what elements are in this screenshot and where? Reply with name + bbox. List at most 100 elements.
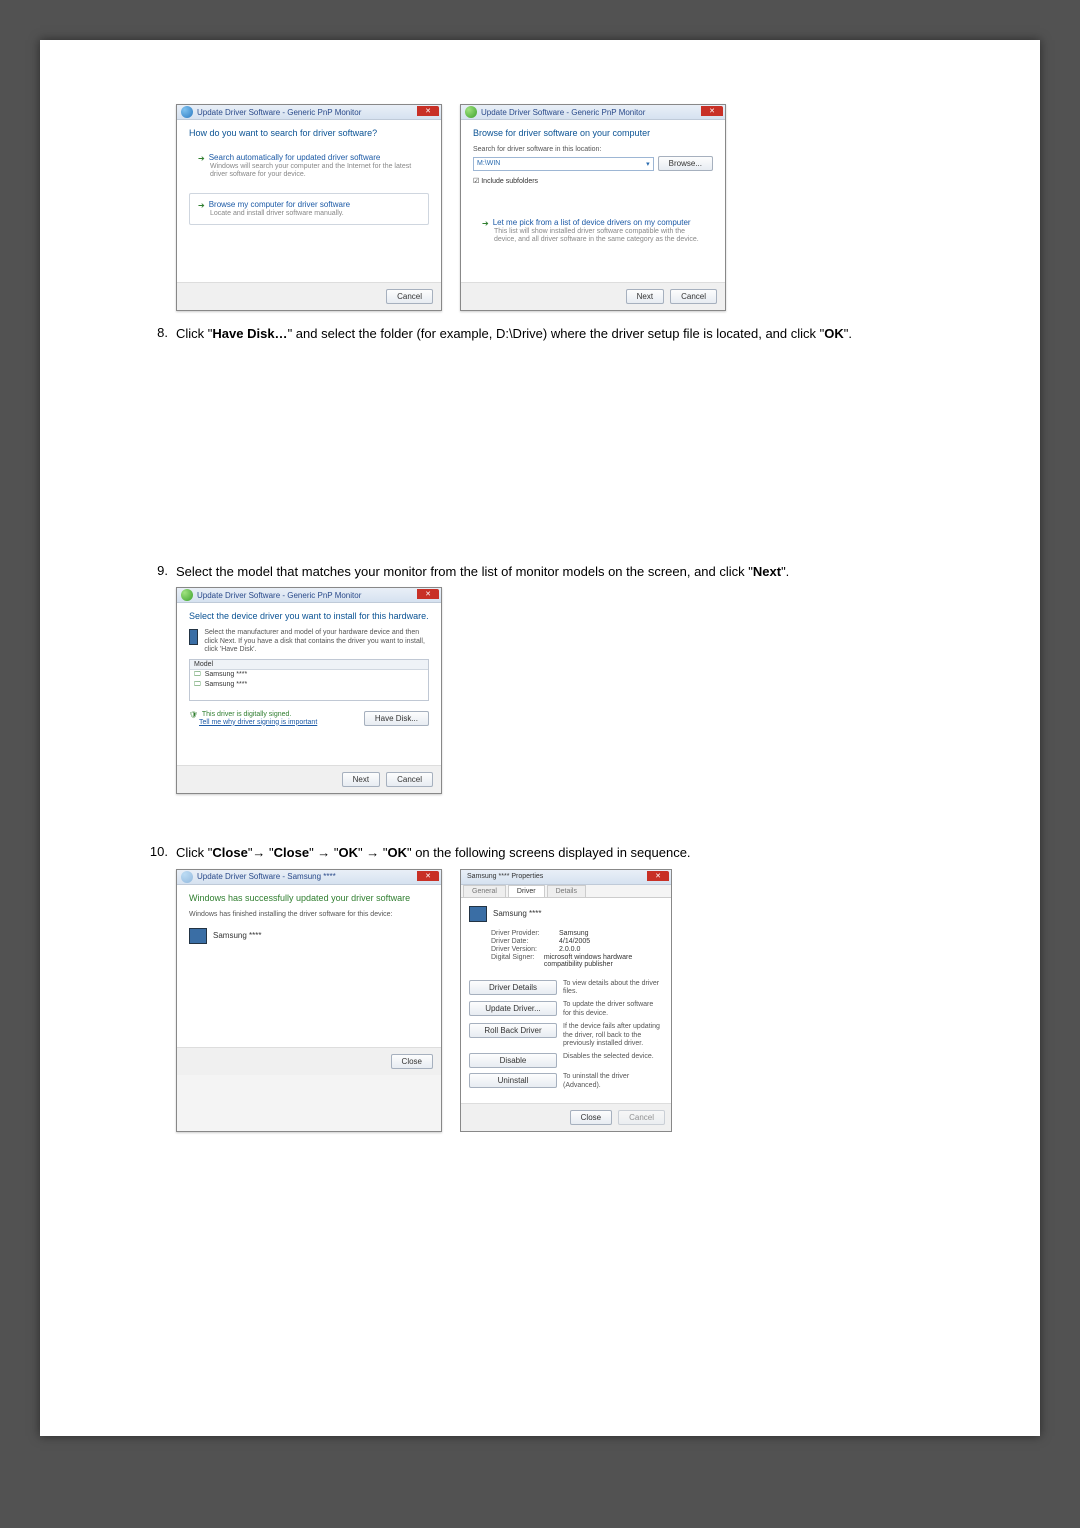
option-title: Let me pick from a list of device driver… [493,218,691,227]
dialog-titlebar: Update Driver Software - Generic PnP Mon… [177,588,441,603]
dialog-title: Update Driver Software - Generic PnP Mon… [197,108,361,117]
spacer [140,349,940,549]
desc: Disables the selected device. [563,1053,663,1061]
label: Driver Provider: [491,930,551,937]
dialog-title: Update Driver Software - Generic PnP Mon… [197,591,361,600]
dialog-titlebar: Update Driver Software - Generic PnP Mon… [461,105,725,120]
have-disk-bold: Have Disk… [212,326,287,341]
close-icon[interactable]: ✕ [647,871,669,881]
option-title: Search automatically for updated driver … [209,153,381,162]
next-button[interactable]: Next [626,289,664,304]
update-success-dialog: Update Driver Software - Samsung **** ✕ … [176,869,442,1133]
model-listbox[interactable]: Model Samsung **** Samsung **** [189,659,429,701]
desc: If the device fails after updating the d… [563,1023,663,1048]
browse-button[interactable]: Browse... [658,156,713,171]
cancel-button[interactable]: Cancel [670,289,717,304]
driver-details-button[interactable]: Driver Details [469,980,557,995]
step-9: 9. Select the model that matches your mo… [140,563,940,581]
next-bold: Next [753,564,781,579]
close-icon[interactable]: ✕ [701,106,723,116]
close-bold: Close [212,845,247,860]
tab-details[interactable]: Details [547,885,586,897]
update-driver-button[interactable]: Update Driver... [469,1001,557,1016]
option-search-auto[interactable]: Search automatically for updated driver … [189,146,429,187]
t: Select the model that matches your monit… [176,564,753,579]
tab-general[interactable]: General [463,885,506,897]
t: Click " [176,845,212,860]
model-header: Model [190,660,428,670]
update-driver-browse-dialog: Update Driver Software - Generic PnP Mon… [460,104,726,311]
include-subfolders-checkbox[interactable]: Include subfolders [473,177,713,185]
dialog-titlebar: Update Driver Software - Generic PnP Mon… [177,105,441,120]
update-driver-search-dialog: Update Driver Software - Generic PnP Mon… [176,104,442,311]
next-button[interactable]: Next [342,772,380,787]
device-properties-dialog: Samsung **** Properties ✕ General Driver… [460,869,672,1133]
option-desc: Windows will search your computer and th… [210,163,420,180]
label: Driver Version: [491,946,551,953]
t: ". [781,564,789,579]
cancel-button: Cancel [618,1110,665,1125]
dialog-heading: Browse for driver software on your compu… [473,128,713,138]
have-disk-button[interactable]: Have Disk... [364,711,429,726]
back-icon[interactable] [181,106,193,118]
t: Click " [176,326,212,341]
ok-bold: OK [824,326,844,341]
back-icon[interactable] [465,106,477,118]
desc: To uninstall the driver (Advanced). [563,1073,663,1090]
t: " → " [309,845,338,860]
rollback-driver-button[interactable]: Roll Back Driver [469,1023,557,1038]
step-number: 10. [140,844,176,862]
option-browse-computer[interactable]: Browse my computer for driver software L… [189,193,429,225]
step-text: Click "Close"→ "Close" → "OK" → "OK" on … [176,844,940,862]
desc: To view details about the driver files. [563,980,663,997]
signing-info-link[interactable]: Tell me why driver signing is important [199,719,317,726]
value: microsoft windows hardware compatibility… [544,954,663,968]
option-pick-from-list[interactable]: Let me pick from a list of device driver… [473,211,713,252]
cancel-button[interactable]: Cancel [386,772,433,787]
close-icon[interactable]: ✕ [417,106,439,116]
step-text: Select the model that matches your monit… [176,563,940,581]
dialog-titlebar: Update Driver Software - Samsung **** ✕ [177,870,441,885]
select-device-driver-dialog: Update Driver Software - Generic PnP Mon… [176,587,442,794]
t: " → " [358,845,387,860]
uninstall-button[interactable]: Uninstall [469,1073,557,1088]
monitor-icon [189,629,198,645]
t: "→ " [248,845,274,860]
list-item[interactable]: Samsung **** [205,681,247,688]
close-button[interactable]: Close [570,1110,612,1125]
close-icon[interactable]: ✕ [417,871,439,881]
value: 2.0.0.0 [559,946,580,953]
device-name: Samsung **** [213,931,261,940]
t: ". [844,326,852,341]
device-name: Samsung **** [493,909,541,918]
tab-driver[interactable]: Driver [508,885,545,897]
spacer [140,798,940,830]
step-number: 9. [140,563,176,581]
path-label: Search for driver software in this locat… [473,146,713,153]
ok-bold: OK [339,845,359,860]
close-icon[interactable]: ✕ [417,589,439,599]
disable-button[interactable]: Disable [469,1053,557,1068]
ok-bold: OK [387,845,407,860]
dropdown-icon[interactable]: ▾ [646,160,650,168]
cancel-button[interactable]: Cancel [386,289,433,304]
path-input[interactable]: M:\WIN▾ [473,157,654,171]
dialog-heading: Select the device driver you want to ins… [189,611,429,621]
step-10: 10. Click "Close"→ "Close" → "OK" → "OK"… [140,844,940,862]
back-icon[interactable] [181,589,193,601]
label: Digital Signer: [491,954,536,968]
screenshot-row-step9: Update Driver Software - Generic PnP Mon… [176,587,940,794]
back-icon [181,871,193,883]
close-button[interactable]: Close [391,1054,433,1069]
screenshot-row-step10: Update Driver Software - Samsung **** ✕ … [176,869,940,1133]
dialog-title: Samsung **** Properties [467,873,543,880]
dialog-title: Update Driver Software - Generic PnP Mon… [481,108,645,117]
tab-strip: General Driver Details [461,885,671,898]
list-item[interactable]: Samsung **** [205,671,247,678]
step-8: 8. Click "Have Disk…" and select the fol… [140,325,940,343]
label: Driver Date: [491,938,551,945]
monitor-icon [189,928,207,944]
close-bold: Close [274,845,309,860]
value: Samsung [559,930,589,937]
dialog-title: Update Driver Software - Samsung **** [197,872,336,881]
